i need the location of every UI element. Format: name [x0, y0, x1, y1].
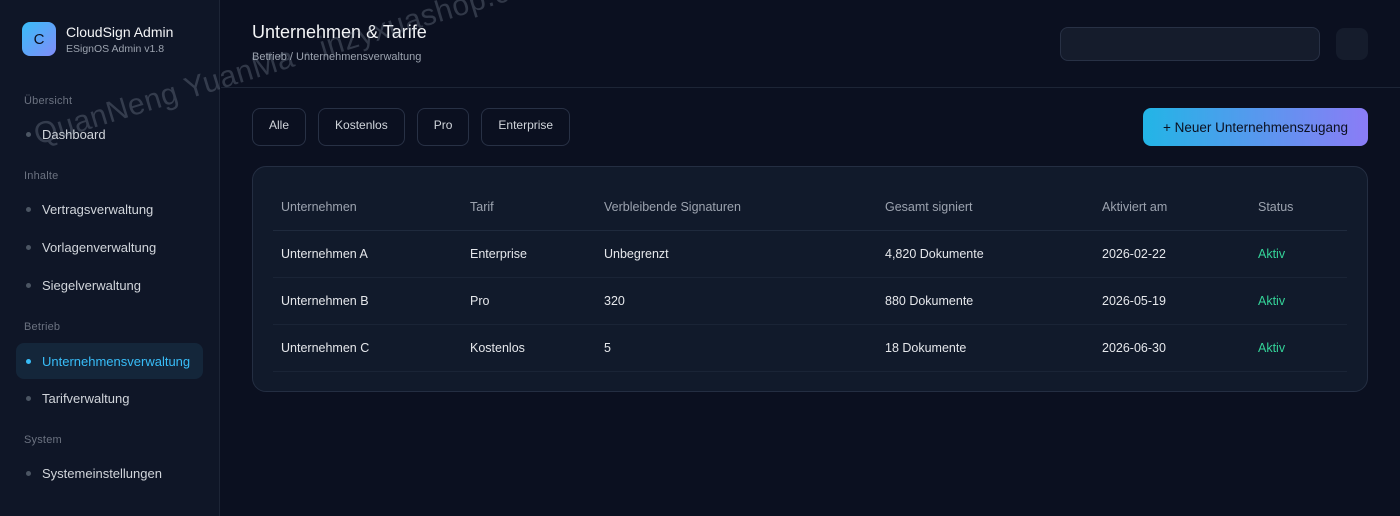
main-content: Unternehmen & Tarife Betrieb / Unternehm…	[221, 0, 1400, 516]
activated-date-cell: 2026-06-30	[1094, 324, 1250, 372]
sidebar-item-label: Siegelverwaltung	[42, 277, 142, 293]
plan-filters: Alle Kostenlos Pro Enterprise	[252, 108, 582, 146]
sidebar-item-dashboard[interactable]: Dashboard	[16, 116, 203, 152]
plan-cell: Kostenlos	[462, 324, 596, 372]
bullet-icon	[26, 395, 31, 401]
bullet-icon	[26, 470, 31, 476]
brand: C CloudSign Admin ESignOS Admin v1.8	[22, 22, 173, 56]
nav-section-operations: Betrieb	[24, 321, 61, 333]
page-title: Unternehmen & Tarife	[252, 22, 427, 42]
column-header[interactable]: Status	[1250, 185, 1347, 231]
search-input[interactable]	[1060, 27, 1320, 61]
sidebar-item-label: Unternehmensverwaltung	[42, 353, 191, 369]
total-signed-cell: 18 Dokumente	[877, 324, 1094, 372]
sidebar-item-companies[interactable]: Unternehmensverwaltung	[16, 343, 203, 379]
sidebar-item-label: Vorlagenverwaltung	[42, 239, 157, 255]
brand-title: CloudSign Admin	[66, 23, 174, 40]
company-name-cell: Unternehmen C	[273, 324, 462, 372]
sidebar-item-label: Vertragsverwaltung	[42, 201, 154, 217]
filter-enterprise-button[interactable]: Enterprise	[481, 108, 571, 146]
activated-date-cell: 2026-05-19	[1094, 277, 1250, 325]
table-row[interactable]: Unternehmen C Kostenlos 5 18 Dokumente 2…	[273, 324, 1347, 372]
sidebar-item-label: Tarifverwaltung	[42, 390, 130, 406]
table-row[interactable]: Unternehmen A Enterprise Unbegrenzt 4,82…	[273, 230, 1347, 278]
nav-section-overview: Übersicht	[24, 95, 73, 107]
filter-free-button[interactable]: Kostenlos	[318, 108, 405, 146]
nav-section-system: System	[24, 434, 62, 446]
activated-date-cell: 2026-02-22	[1094, 230, 1250, 278]
sidebar-item-label: Systemeinstellungen	[42, 465, 162, 481]
header-action-button[interactable]	[1336, 28, 1368, 60]
column-header[interactable]: Gesamt signiert	[877, 185, 1094, 231]
sidebar: C CloudSign Admin ESignOS Admin v1.8 Übe…	[0, 0, 220, 516]
column-header[interactable]: Verbleibende Signaturen	[596, 185, 877, 231]
plan-cell: Enterprise	[462, 230, 596, 278]
sidebar-item-plans[interactable]: Tarifverwaltung	[16, 380, 203, 416]
bullet-icon	[26, 282, 31, 288]
table-row[interactable]: Unternehmen B Pro 320 880 Dokumente 2026…	[273, 277, 1347, 325]
column-header[interactable]: Unternehmen	[273, 185, 462, 231]
brand-logo: C	[22, 22, 56, 56]
column-header[interactable]: Tarif	[462, 185, 596, 231]
plan-cell: Pro	[462, 277, 596, 325]
bullet-icon	[26, 244, 31, 250]
total-signed-cell: 4,820 Dokumente	[877, 230, 1094, 278]
column-header[interactable]: Aktiviert am	[1094, 185, 1250, 231]
filter-all-button[interactable]: Alle	[252, 108, 307, 146]
brand-subtitle: ESignOS Admin v1.8	[66, 42, 165, 55]
total-signed-cell: 880 Dokumente	[877, 277, 1094, 325]
remaining-signatures-cell: Unbegrenzt	[596, 230, 877, 278]
company-name-cell: Unternehmen A	[273, 230, 462, 278]
sidebar-item-templates[interactable]: Vorlagenverwaltung	[16, 229, 203, 265]
new-company-button[interactable]: + Neuer Unternehmenszugang	[1143, 108, 1368, 146]
status-badge: Aktiv	[1250, 277, 1347, 325]
status-badge: Aktiv	[1250, 230, 1347, 278]
companies-table: Unternehmen Tarif Verbleibende Signature…	[273, 185, 1347, 372]
remaining-signatures-cell: 5	[596, 324, 877, 372]
companies-table-card: Unternehmen Tarif Verbleibende Signature…	[252, 166, 1368, 392]
sidebar-item-settings[interactable]: Systemeinstellungen	[16, 455, 203, 491]
remaining-signatures-cell: 320	[596, 277, 877, 325]
sidebar-item-contracts[interactable]: Vertragsverwaltung	[16, 191, 203, 227]
sidebar-item-seals[interactable]: Siegelverwaltung	[16, 267, 203, 303]
breadcrumb: Betrieb / Unternehmensverwaltung	[252, 51, 422, 63]
company-name-cell: Unternehmen B	[273, 277, 462, 325]
status-badge: Aktiv	[1250, 324, 1347, 372]
bullet-icon	[26, 206, 31, 212]
filter-pro-button[interactable]: Pro	[416, 108, 470, 146]
bullet-icon	[26, 358, 31, 364]
table-header-row: Unternehmen Tarif Verbleibende Signature…	[273, 185, 1347, 231]
sidebar-item-label: Dashboard	[42, 126, 106, 142]
nav-section-content: Inhalte	[24, 170, 59, 182]
topbar: Unternehmen & Tarife Betrieb / Unternehm…	[221, 0, 1400, 88]
bullet-icon	[26, 131, 31, 137]
